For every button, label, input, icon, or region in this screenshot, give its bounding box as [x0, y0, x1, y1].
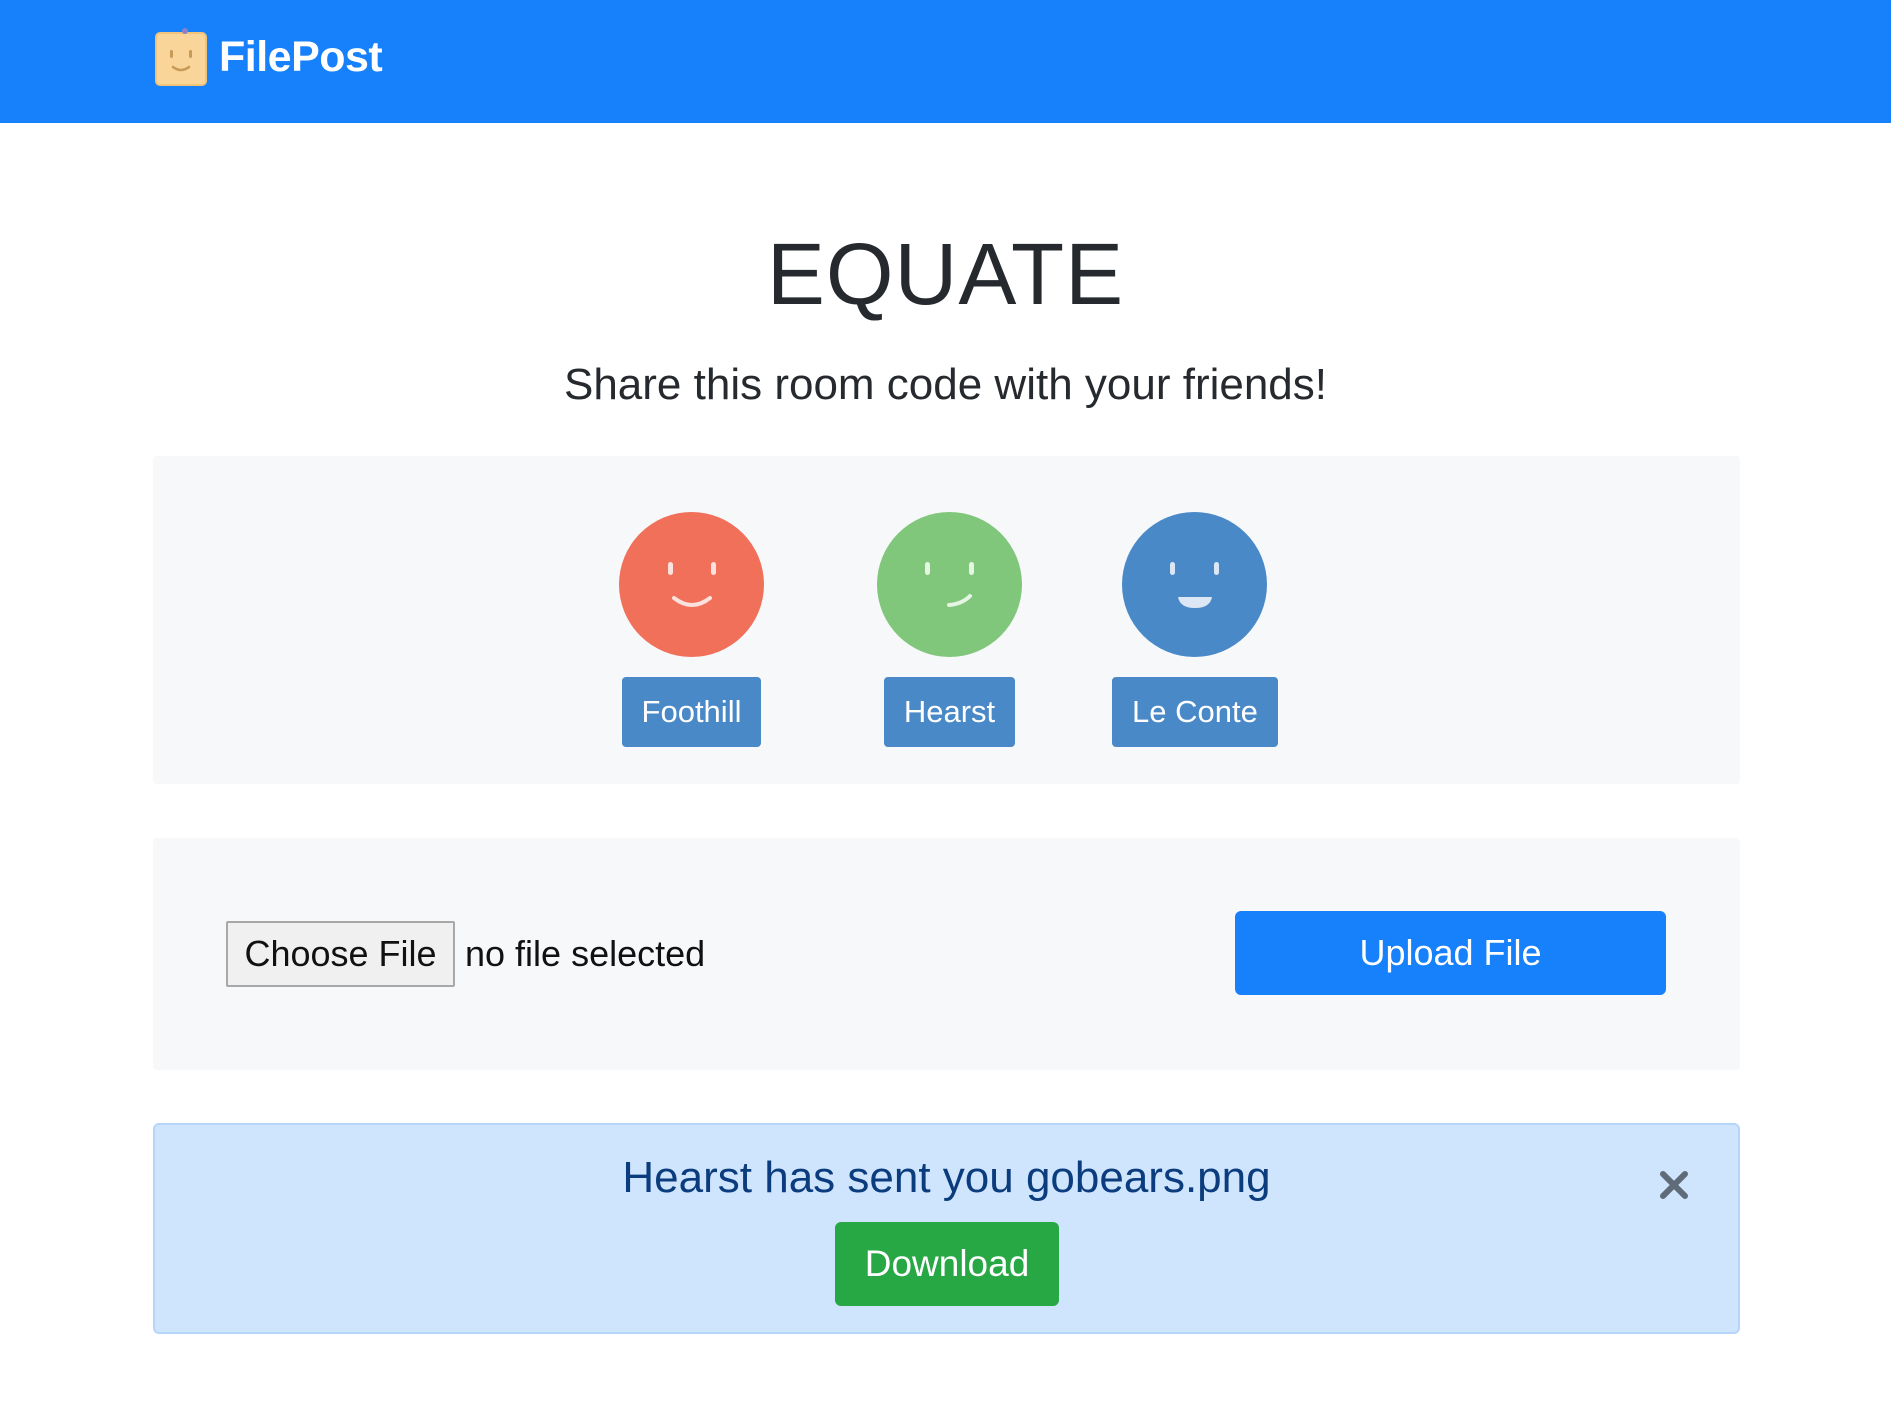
alert-message: Hearst has sent you gobears.png: [622, 1153, 1271, 1202]
navbar: FilePost: [0, 0, 1891, 123]
download-button[interactable]: Download: [835, 1222, 1059, 1306]
smirk-face-icon: [877, 512, 1022, 657]
file-input[interactable]: Choose File no file selected: [226, 921, 705, 987]
upload-file-button[interactable]: Upload File: [1235, 911, 1666, 995]
upload-panel: Choose File no file selected Upload File: [153, 838, 1740, 1070]
brand-logo[interactable]: FilePost: [155, 28, 383, 86]
file-received-alert: Hearst has sent you gobears.png Download: [153, 1123, 1740, 1334]
smiley-note-icon: [155, 28, 207, 86]
smiley-face-icon: [619, 512, 764, 657]
grin-face-icon: [1122, 512, 1268, 657]
user-card-le-conte: Le Conte: [1112, 512, 1278, 747]
user-button-le-conte[interactable]: Le Conte: [1112, 677, 1278, 747]
user-card-foothill: Foothill: [619, 512, 764, 747]
user-card-hearst: Hearst: [877, 512, 1022, 747]
users-panel: Foothill Hearst Le Conte: [153, 456, 1740, 784]
file-status-text: no file selected: [465, 933, 706, 974]
user-button-hearst[interactable]: Hearst: [883, 677, 1016, 747]
user-button-foothill[interactable]: Foothill: [621, 677, 762, 747]
room-subtitle: Share this room code with your friends!: [563, 360, 1328, 409]
room-code: EQUATE: [766, 226, 1125, 323]
brand-name: FilePost: [219, 32, 383, 81]
close-icon[interactable]: [1657, 1168, 1691, 1202]
choose-file-button[interactable]: Choose File: [226, 921, 455, 987]
